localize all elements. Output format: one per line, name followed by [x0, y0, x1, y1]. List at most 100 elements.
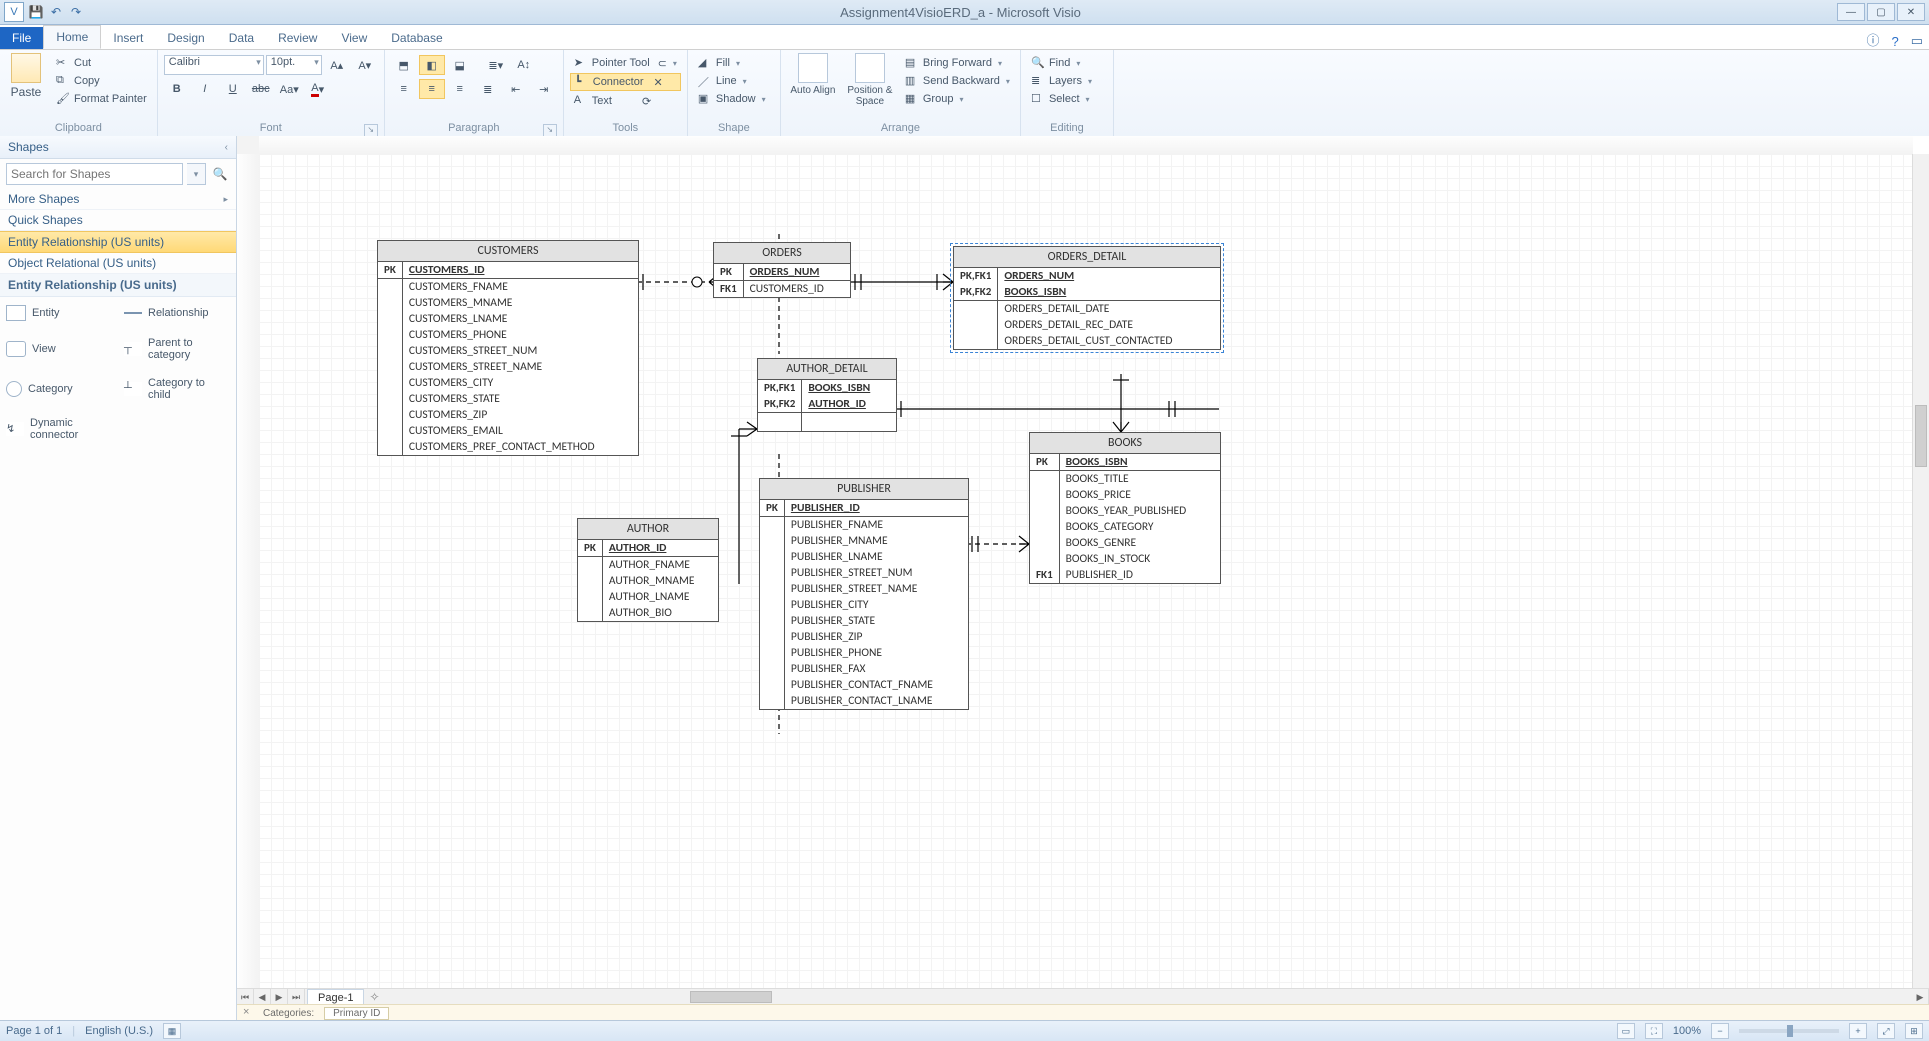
- close-button[interactable]: ✕: [1897, 3, 1925, 21]
- prev-page-button[interactable]: ◀: [254, 989, 271, 1005]
- increase-indent-button[interactable]: ⇥: [531, 79, 557, 99]
- font-size-select[interactable]: 10pt.: [266, 55, 322, 75]
- send-backward-button[interactable]: ▥Send Backward▾: [901, 73, 1014, 89]
- select-button[interactable]: ☐Select▾: [1027, 91, 1096, 107]
- entity-books[interactable]: BOOKS PKBOOKS_ISBN BOOKS_TITLE BOOKS_PRI…: [1029, 432, 1221, 584]
- align-right-button[interactable]: ≡: [447, 79, 473, 99]
- search-dropdown[interactable]: ▾: [187, 163, 206, 185]
- fit-page-icon[interactable]: ⤢: [1877, 1023, 1895, 1039]
- layers-button[interactable]: ≣Layers▾: [1027, 73, 1096, 89]
- align-justify-button[interactable]: ≣: [475, 79, 501, 99]
- entity-orders[interactable]: ORDERS PKORDERS_NUM FK1CUSTOMERS_ID: [713, 242, 851, 298]
- italic-button[interactable]: I: [192, 79, 218, 99]
- connector-tool-button[interactable]: ┗Connector✕: [570, 73, 681, 91]
- shape-dynamic-connector[interactable]: ↯Dynamic connector: [0, 409, 130, 449]
- grow-font-button[interactable]: A▴: [324, 55, 350, 75]
- group-button[interactable]: ▦Group▾: [901, 91, 1014, 107]
- drawing-canvas[interactable]: CUSTOMERS PKCUSTOMERS_ID CUSTOMERS_FNAME…: [259, 154, 1913, 989]
- connector-x-icon[interactable]: ✕: [654, 76, 663, 89]
- last-page-button[interactable]: ⏭: [288, 989, 305, 1005]
- shape-view[interactable]: View: [0, 329, 118, 369]
- align-left-button[interactable]: ≡: [391, 79, 417, 99]
- first-page-button[interactable]: ⏮: [237, 989, 254, 1005]
- entity-author-detail[interactable]: AUTHOR_DETAIL PK,FK1BOOKS_ISBN PK,FK2AUT…: [757, 358, 897, 432]
- fill-button[interactable]: ◢Fill▾: [694, 55, 770, 71]
- zoom-level[interactable]: 100%: [1673, 1025, 1701, 1037]
- help-icon[interactable]: ⓘ: [1860, 30, 1885, 49]
- macro-icon[interactable]: ▦: [163, 1023, 181, 1039]
- decrease-indent-button[interactable]: ⇤: [503, 79, 529, 99]
- close-shape-data-icon[interactable]: ×: [243, 1006, 249, 1018]
- paste-button[interactable]: Paste: [6, 53, 46, 99]
- scroll-right-button[interactable]: ▶: [1912, 989, 1929, 1005]
- entity-orders-detail[interactable]: ORDERS_DETAIL PK,FK1ORDERS_NUM PK,FK2BOO…: [953, 246, 1221, 350]
- undo-icon[interactable]: ↶: [48, 4, 64, 20]
- pointer-tool-button[interactable]: ➤Pointer Tool⊂▾: [570, 55, 681, 71]
- lasso-icon[interactable]: ⊂: [658, 57, 667, 70]
- text-direction-button[interactable]: A↕: [511, 55, 537, 75]
- app-icon[interactable]: V: [4, 2, 24, 22]
- line-button[interactable]: ／Line▾: [694, 73, 770, 89]
- entity-author[interactable]: AUTHOR PKAUTHOR_ID AUTHOR_FNAME AUTHOR_M…: [577, 518, 719, 622]
- tab-file[interactable]: File: [0, 27, 43, 49]
- search-shapes-input[interactable]: [6, 163, 183, 185]
- cut-button[interactable]: ✂Cut: [52, 55, 151, 71]
- tab-data[interactable]: Data: [217, 27, 266, 49]
- next-page-button[interactable]: ▶: [271, 989, 288, 1005]
- position-button[interactable]: Position & Space: [845, 53, 895, 107]
- rotate-icon[interactable]: ⟳: [642, 95, 651, 108]
- strike-button[interactable]: abc: [248, 79, 274, 99]
- tab-review[interactable]: Review: [266, 27, 329, 49]
- case-button[interactable]: Aa▾: [276, 79, 303, 99]
- copy-button[interactable]: ⧉Copy: [52, 73, 151, 89]
- stencil-er-us[interactable]: Entity Relationship (US units): [0, 231, 236, 253]
- shape-parent-to-category[interactable]: ┬Parent to category: [118, 329, 236, 369]
- bring-forward-button[interactable]: ▤Bring Forward▾: [901, 55, 1014, 71]
- text-tool-button[interactable]: AText⟳: [570, 93, 681, 109]
- pan-zoom-icon[interactable]: ⊞: [1905, 1023, 1923, 1039]
- zoom-in-button[interactable]: +: [1849, 1023, 1867, 1039]
- bullets-button[interactable]: ≣▾: [483, 55, 509, 75]
- shape-category[interactable]: Category: [0, 369, 118, 409]
- align-center-button[interactable]: ≡: [419, 79, 445, 99]
- align-top-button[interactable]: ⬒: [391, 55, 417, 75]
- full-screen-icon[interactable]: ⛶: [1645, 1023, 1663, 1039]
- horizontal-scrollbar[interactable]: [384, 989, 1912, 1005]
- collapse-pane-icon[interactable]: ‹: [225, 142, 228, 153]
- categories-value[interactable]: Primary ID: [324, 1007, 389, 1020]
- underline-button[interactable]: U: [220, 79, 246, 99]
- find-button[interactable]: 🔍Find▾: [1027, 55, 1096, 71]
- stencil-or-us[interactable]: Object Relational (US units): [0, 253, 236, 274]
- language-indicator[interactable]: English (U.S.): [85, 1025, 153, 1037]
- vertical-scrollbar[interactable]: [1912, 154, 1929, 989]
- auto-align-button[interactable]: Auto Align: [787, 53, 839, 96]
- shape-category-to-child[interactable]: ┴Category to child: [118, 369, 236, 409]
- font-name-select[interactable]: Calibri: [164, 55, 264, 75]
- maximize-button[interactable]: ▢: [1867, 3, 1895, 21]
- tab-design[interactable]: Design: [155, 27, 216, 49]
- ribbon-help-icon[interactable]: ?: [1885, 34, 1904, 49]
- minimize-ribbon-icon[interactable]: ▭: [1905, 33, 1929, 49]
- zoom-out-button[interactable]: −: [1711, 1023, 1729, 1039]
- shadow-button[interactable]: ▣Shadow▾: [694, 91, 770, 107]
- bold-button[interactable]: B: [164, 79, 190, 99]
- quick-shapes-item[interactable]: Quick Shapes: [0, 210, 236, 231]
- tab-view[interactable]: View: [329, 27, 379, 49]
- align-bottom-button[interactable]: ⬓: [447, 55, 473, 75]
- minimize-button[interactable]: —: [1837, 3, 1865, 21]
- entity-publisher[interactable]: PUBLISHER PKPUBLISHER_ID PUBLISHER_FNAME…: [759, 478, 969, 710]
- align-middle-button[interactable]: ◧: [419, 55, 445, 75]
- tab-insert[interactable]: Insert: [101, 27, 155, 49]
- more-shapes-item[interactable]: More Shapes▸: [0, 189, 236, 210]
- new-page-button[interactable]: ✧: [364, 989, 384, 1005]
- shape-entity[interactable]: Entity: [0, 297, 118, 329]
- page-tab-1[interactable]: Page-1: [307, 989, 364, 1005]
- tab-home[interactable]: Home: [43, 25, 101, 49]
- save-icon[interactable]: 💾: [28, 4, 44, 20]
- shape-relationship[interactable]: Relationship: [118, 297, 236, 329]
- presentation-mode-icon[interactable]: ▭: [1617, 1023, 1635, 1039]
- search-go-icon[interactable]: 🔍: [210, 163, 230, 185]
- tab-database[interactable]: Database: [379, 27, 454, 49]
- font-color-button[interactable]: A▾: [305, 79, 331, 99]
- redo-icon[interactable]: ↷: [68, 4, 84, 20]
